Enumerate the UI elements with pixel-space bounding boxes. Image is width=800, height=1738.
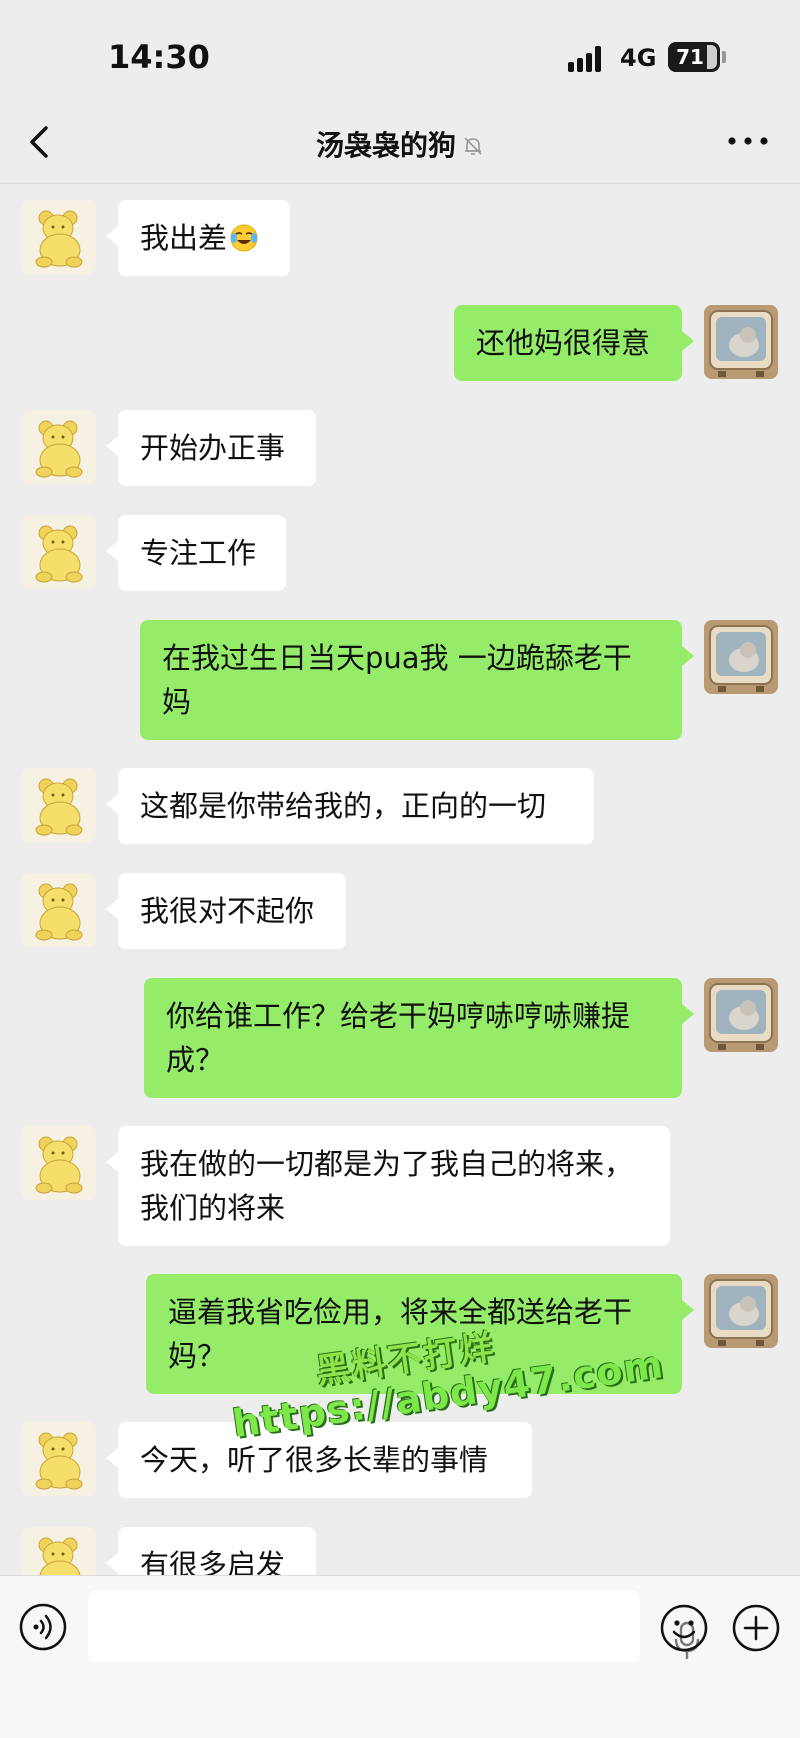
status-time: 14:30 xyxy=(108,38,210,76)
network-type: 4G xyxy=(620,44,657,72)
message-text: 你给谁工作？给老干妈哼哧哼哧赚提成？ xyxy=(166,999,631,1077)
message-list[interactable]: 我出差还他妈很得意开始办正事专注工作在我过生日当天pua我 一边跪舔老干妈这都是… xyxy=(0,185,800,1575)
message-bubble[interactable]: 我出差 xyxy=(106,200,290,276)
contact-avatar[interactable] xyxy=(22,873,96,947)
more-actions-button[interactable] xyxy=(730,1602,782,1654)
message-bubble[interactable]: 你给谁工作？给老干妈哼哧哼哧赚提成？ xyxy=(144,978,694,1098)
status-bar: 14:30 4G 71 xyxy=(0,0,800,100)
message-bubble[interactable]: 有很多启发 xyxy=(106,1527,316,1575)
message-text: 我在做的一切都是为了我自己的将来，我们的将来 xyxy=(140,1147,634,1225)
chat-header: 汤袅袅的狗 xyxy=(0,100,800,184)
message-bubble[interactable]: 我很对不起你 xyxy=(106,873,346,949)
battery-level: 71 xyxy=(676,45,704,69)
my-avatar[interactable] xyxy=(704,305,778,379)
signal-strength-icon xyxy=(568,46,608,72)
message-text: 我出差 xyxy=(140,221,228,255)
face-with-tears-of-joy-icon xyxy=(229,221,259,252)
chat-screen: 14:30 4G 71 汤袅袅的狗 我出差 还他妈很得意 开始办正事 专注工作 … xyxy=(0,0,800,1738)
message-text: 有很多启发 xyxy=(140,1548,286,1575)
message-bubble[interactable]: 开始办正事 xyxy=(106,410,316,486)
message-text: 逼着我省吃俭用，将来全都送给老干妈？ xyxy=(168,1295,633,1373)
message-bubble[interactable]: 我在做的一切都是为了我自己的将来，我们的将来 xyxy=(106,1126,670,1246)
smiley-icon xyxy=(660,1604,708,1652)
contact-avatar[interactable] xyxy=(22,1126,96,1200)
message-bubble[interactable]: 在我过生日当天pua我 一边跪舔老干妈 xyxy=(140,620,694,740)
chat-title: 汤袅袅的狗 xyxy=(0,124,800,164)
my-avatar[interactable] xyxy=(704,978,778,1052)
voice-icon xyxy=(19,1603,67,1651)
contact-avatar[interactable] xyxy=(22,410,96,484)
battery-icon: 71 xyxy=(668,42,720,72)
message-text: 还他妈很得意 xyxy=(476,326,651,360)
more-dots-icon xyxy=(728,137,768,145)
contact-avatar[interactable] xyxy=(22,515,96,589)
emoji-button[interactable] xyxy=(658,1602,710,1654)
more-options-button[interactable] xyxy=(724,126,772,156)
battery-cap xyxy=(722,51,726,63)
message-text: 这都是你带给我的，正向的一切 xyxy=(140,789,547,823)
message-bubble[interactable]: 这都是你带给我的，正向的一切 xyxy=(106,768,594,844)
input-bar xyxy=(0,1575,800,1738)
message-bubble[interactable]: 专注工作 xyxy=(106,515,286,591)
message-text: 在我过生日当天pua我 一边跪舔老干妈 xyxy=(162,641,632,719)
contact-avatar[interactable] xyxy=(22,768,96,842)
contact-avatar[interactable] xyxy=(22,1527,96,1575)
contact-avatar[interactable] xyxy=(22,1422,96,1496)
chat-title-text: 汤袅袅的狗 xyxy=(315,129,456,162)
message-input[interactable] xyxy=(88,1590,700,1662)
message-text: 今天，听了很多长辈的事情 xyxy=(140,1443,489,1477)
message-bubble[interactable]: 逼着我省吃俭用，将来全都送给老干妈？ xyxy=(146,1274,694,1394)
my-avatar[interactable] xyxy=(704,620,778,694)
message-text: 开始办正事 xyxy=(140,431,286,465)
plus-icon xyxy=(732,1604,780,1652)
muted-bell-icon xyxy=(464,137,482,155)
contact-avatar[interactable] xyxy=(22,200,96,274)
voice-mode-button[interactable] xyxy=(18,1602,68,1652)
message-text: 我很对不起你 xyxy=(140,894,315,928)
message-bubble[interactable]: 还他妈很得意 xyxy=(454,305,694,381)
message-bubble[interactable]: 今天，听了很多长辈的事情 xyxy=(106,1422,532,1498)
message-text: 专注工作 xyxy=(140,536,257,570)
my-avatar[interactable] xyxy=(704,1274,778,1348)
